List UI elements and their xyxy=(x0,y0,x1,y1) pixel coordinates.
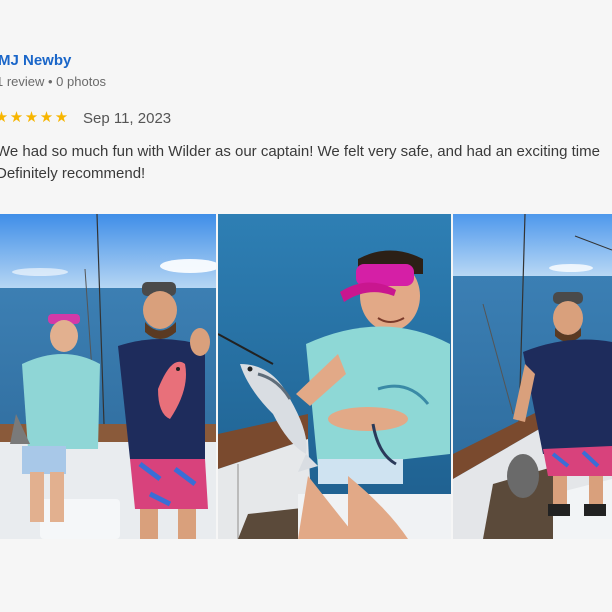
review-photo[interactable] xyxy=(0,214,216,539)
photo-image xyxy=(218,214,451,539)
reviewer-name-link[interactable]: MJ Newby xyxy=(0,52,71,69)
review-text-line: Definitely recommend! xyxy=(0,165,146,182)
star-icon: ★ xyxy=(54,109,69,126)
review-photos xyxy=(0,214,612,539)
reviewer-meta: 1 review • 0 photos xyxy=(0,74,107,89)
review-date: Sep 11, 2023 xyxy=(83,109,172,127)
star-icon: ★ xyxy=(9,109,24,126)
star-rating: ★ ★ ★ ★ ★ xyxy=(0,109,69,127)
photo-image xyxy=(453,214,612,539)
review-text: We had so much fun with Wilder as our ca… xyxy=(0,141,612,185)
star-icon: ★ xyxy=(0,109,9,126)
review-photo[interactable] xyxy=(218,214,451,539)
photo-image xyxy=(0,214,216,539)
rating-row: ★ ★ ★ ★ ★ Sep 11, 2023 xyxy=(0,108,171,128)
review-text-line: We had so much fun with Wilder as our ca… xyxy=(0,143,600,160)
star-icon: ★ xyxy=(24,109,39,126)
star-icon: ★ xyxy=(39,109,54,126)
review-photo[interactable] xyxy=(453,214,612,539)
